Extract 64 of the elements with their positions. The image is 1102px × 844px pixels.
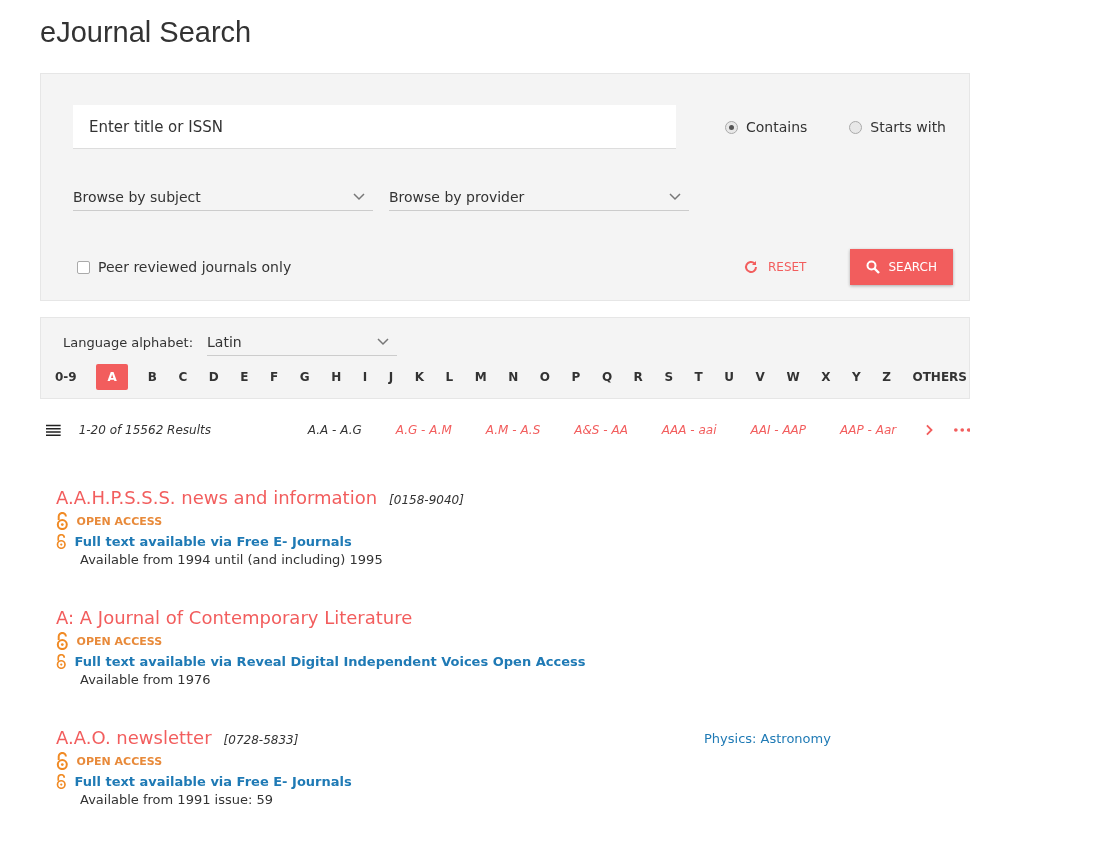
open-access-label: OPEN ACCESS	[76, 514, 163, 528]
more-icon[interactable]	[953, 428, 970, 432]
results-count: 1-20 of 15562 Results	[78, 423, 212, 437]
full-text-link[interactable]: Full text available via Reveal Digital Independent Voices Open Access	[74, 654, 586, 669]
letter-tab[interactable]: S	[662, 364, 676, 390]
letter-tab[interactable]: 0-9	[53, 364, 79, 390]
letter-tab[interactable]: Q	[599, 364, 615, 390]
letter-tab[interactable]: B	[145, 364, 159, 390]
letter-tab[interactable]: R	[631, 364, 645, 390]
chevron-right-icon[interactable]	[926, 424, 934, 436]
letter-tab[interactable]: N	[506, 364, 521, 390]
letter-tab[interactable]: T	[692, 364, 705, 390]
chevron-down-icon	[353, 192, 365, 201]
availability-text: Available from 1991 issue: 59	[80, 792, 275, 807]
open-lock-icon	[56, 752, 69, 770]
page-title: eJournal Search	[40, 16, 253, 49]
letter-tab[interactable]: F	[268, 364, 281, 390]
letter-tab[interactable]: D	[206, 364, 221, 390]
letter-tab[interactable]: V	[753, 364, 767, 390]
search-icon	[866, 260, 881, 274]
letter-tab[interactable]: U	[722, 364, 737, 390]
letter-tab[interactable]: G	[297, 364, 312, 390]
issn-text: [0728-5833]	[223, 733, 299, 747]
letter-tab[interactable]: E	[238, 364, 251, 390]
letter-tab[interactable]: L	[443, 364, 456, 390]
letter-tab[interactable]: P	[569, 364, 583, 390]
full-text-link[interactable]: Full text available via Free E- Journals	[74, 534, 352, 549]
match-radio[interactable]: Starts with	[849, 119, 946, 135]
letter-tab[interactable]: I	[360, 364, 370, 390]
alphabet-dropdown[interactable]: Latin	[207, 328, 398, 356]
letter-tab[interactable]: W	[784, 364, 802, 390]
subject-dropdown[interactable]: Browse by subject	[73, 183, 373, 211]
alphabet-label: Language alphabet:	[63, 334, 194, 350]
refresh-icon	[744, 260, 758, 274]
chevron-down-icon	[669, 192, 681, 201]
letter-tab[interactable]: H	[329, 364, 344, 390]
letter-tab[interactable]: X	[819, 364, 833, 390]
match-radio[interactable]: Contains	[725, 119, 808, 135]
provider-dropdown[interactable]: Browse by provider	[389, 183, 689, 211]
letter-tab[interactable]: O	[537, 364, 552, 390]
open-lock-icon	[56, 512, 69, 530]
title-search-field[interactable]: Enter title or ISSN	[73, 105, 676, 149]
letter-tab[interactable]: Y	[850, 364, 863, 390]
letter-tab[interactable]: OTHERS	[910, 364, 969, 390]
open-lock-icon	[56, 632, 69, 650]
availability-text: Available from 1994 until (and including) 1995	[80, 552, 384, 567]
letter-tab[interactable]: Z	[880, 364, 893, 390]
open-access-label: OPEN ACCESS	[76, 754, 163, 768]
letter-tab[interactable]: K	[412, 364, 427, 390]
peer-reviewed-checkbox[interactable]: Peer reviewed journals only	[77, 259, 292, 275]
full-text-link[interactable]: Full text available via Free E- Journals	[74, 774, 352, 789]
open-lock-icon	[56, 534, 67, 549]
list-icon	[46, 423, 61, 437]
letter-tab[interactable]: C	[176, 364, 190, 390]
issn-text: [0158-9040]	[389, 493, 464, 507]
letter-tab[interactable]: M	[472, 364, 489, 390]
range-link[interactable]: A.A - A.G	[307, 423, 362, 437]
availability-text: Available from 1976	[80, 672, 212, 687]
open-lock-icon	[56, 774, 67, 789]
open-access-label: OPEN ACCESS	[76, 634, 163, 648]
subject-link[interactable]: Physics: Astronomy	[704, 727, 831, 807]
chevron-down-icon	[377, 337, 390, 346]
letter-tab[interactable]: J	[386, 364, 396, 390]
open-lock-icon	[56, 654, 67, 669]
